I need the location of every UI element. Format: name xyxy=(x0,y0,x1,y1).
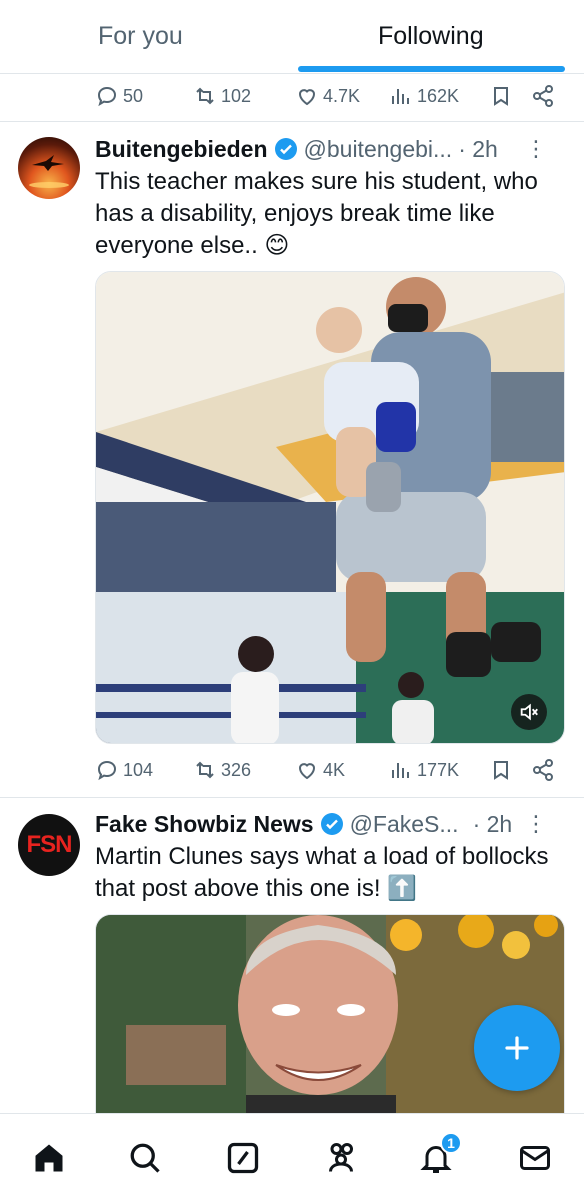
home-icon[interactable] xyxy=(31,1140,67,1176)
timeline-tabs: For you Following xyxy=(0,0,584,74)
avatar[interactable] xyxy=(18,137,80,199)
repost-button[interactable]: 326 xyxy=(193,758,251,782)
tweet-text: This teacher makes sure his student, who… xyxy=(95,168,538,259)
compose-button[interactable] xyxy=(474,1005,560,1091)
tweet-text: Martin Clunes says what a load of bolloc… xyxy=(95,843,549,902)
repost-button[interactable]: 102 xyxy=(193,84,251,108)
video-frame xyxy=(96,272,564,743)
like-count: 4K xyxy=(323,759,346,780)
more-options-icon[interactable]: ⋮ xyxy=(525,136,547,162)
tab-for-you[interactable]: For you xyxy=(98,22,183,51)
heart-icon xyxy=(298,89,316,106)
views-count: 177K xyxy=(417,759,460,780)
avatar-logo-text: FSN xyxy=(26,831,73,858)
bottom-navigation xyxy=(0,1113,584,1200)
views-count: 162K xyxy=(417,85,460,106)
share-icon xyxy=(533,85,553,107)
reply-count: 50 xyxy=(123,85,144,106)
share-button[interactable] xyxy=(531,84,555,108)
verified-badge-icon xyxy=(320,813,343,835)
share-button[interactable] xyxy=(531,758,555,782)
messages-icon[interactable] xyxy=(517,1140,553,1176)
grok-icon[interactable] xyxy=(225,1140,261,1176)
mute-icon[interactable] xyxy=(515,700,543,724)
tweet-actions: 104 326 4K 177K xyxy=(95,750,565,790)
tweet-time: · 2h xyxy=(458,135,498,162)
plus-icon xyxy=(505,1036,529,1060)
heart-icon xyxy=(298,763,316,780)
avatar[interactable]: FSN xyxy=(18,814,80,876)
search-icon[interactable] xyxy=(127,1140,163,1176)
repost-count: 102 xyxy=(221,85,252,106)
tweet-header: Buitengebieden @buitengebi... · 2h ⋮ xyxy=(95,133,565,165)
views-button[interactable]: 177K xyxy=(389,758,459,782)
author-name[interactable]: Buitengebieden xyxy=(95,136,268,163)
bird-icon xyxy=(29,155,69,188)
views-icon xyxy=(392,89,409,104)
divider xyxy=(0,797,584,798)
notification-badge: 1 xyxy=(440,1132,462,1154)
tweet-time: · 2h xyxy=(472,810,513,837)
views-icon xyxy=(392,763,409,778)
divider xyxy=(0,121,584,122)
communities-icon[interactable] xyxy=(323,1140,359,1176)
prev-tweet-actions: 50 102 4.7K 162K xyxy=(95,76,565,116)
like-button[interactable]: 4K xyxy=(295,758,345,782)
reply-icon xyxy=(97,760,117,781)
tweet-header: Fake Showbiz News @FakeS... · 2h ⋮ xyxy=(95,808,565,840)
bookmark-icon xyxy=(494,87,508,106)
author-handle[interactable]: @FakeS... xyxy=(350,811,459,838)
tab-following[interactable]: Following xyxy=(378,22,484,51)
reply-button[interactable]: 50 xyxy=(95,84,143,108)
reply-count: 104 xyxy=(123,759,154,780)
repost-count: 326 xyxy=(221,759,252,780)
repost-icon xyxy=(196,87,214,105)
like-count: 4.7K xyxy=(323,85,361,106)
author-name[interactable]: Fake Showbiz News xyxy=(95,811,314,838)
bookmark-button[interactable] xyxy=(489,84,513,108)
author-handle[interactable]: @buitengebi... xyxy=(304,136,453,163)
bookmark-button[interactable] xyxy=(489,758,513,782)
verified-badge-icon xyxy=(274,138,297,160)
tweet-video[interactable] xyxy=(95,271,565,744)
share-icon xyxy=(533,759,553,781)
repost-icon xyxy=(196,761,214,779)
active-tab-indicator xyxy=(298,66,565,72)
more-options-icon[interactable]: ⋮ xyxy=(525,811,547,837)
reply-icon xyxy=(97,86,117,107)
bookmark-icon xyxy=(494,761,508,780)
views-button[interactable]: 162K xyxy=(389,84,459,108)
like-button[interactable]: 4.7K xyxy=(295,84,360,108)
reply-button[interactable]: 104 xyxy=(95,758,153,782)
